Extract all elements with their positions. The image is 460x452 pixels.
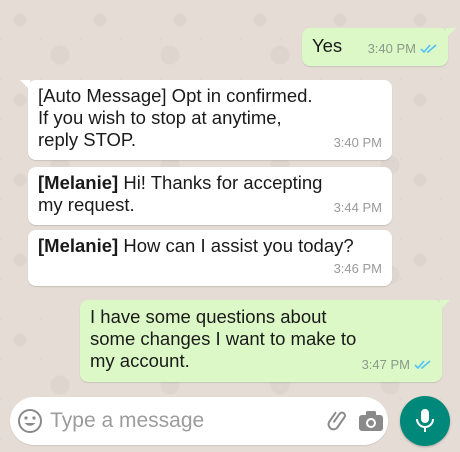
message-bubble-outgoing[interactable]: I have some questions about some changes… xyxy=(80,300,450,382)
message-text: Hi! Thanks for accepting xyxy=(118,172,323,193)
camera-button[interactable] xyxy=(355,397,388,445)
emoji-button[interactable] xyxy=(10,397,50,445)
message-time: 3:47 PM xyxy=(361,357,410,372)
sender-name: [Melanie] xyxy=(38,235,119,256)
message-time: 3:44 PM xyxy=(333,200,382,215)
message-time: 3:40 PM xyxy=(367,41,416,56)
message-meta: 3:40 PM xyxy=(368,38,438,60)
message-meta: 3:44 PM xyxy=(334,197,382,219)
message-text-line: [Melanie] Hi! Thanks for accepting xyxy=(38,172,382,194)
message-bubble-incoming[interactable]: [Melanie] How can I assist you today? 3:… xyxy=(28,230,392,286)
paperclip-icon xyxy=(327,411,346,431)
read-ticks-icon xyxy=(414,360,431,370)
voice-record-button[interactable] xyxy=(400,396,450,446)
message-meta: 3:46 PM xyxy=(334,258,382,280)
emoji-icon xyxy=(18,409,43,433)
message-time: 3:40 PM xyxy=(333,135,382,150)
message-meta: 3:40 PM xyxy=(334,132,382,154)
read-ticks-icon xyxy=(420,44,437,54)
message-time: 3:46 PM xyxy=(333,261,382,276)
message-bubble-incoming[interactable]: [Melanie] Hi! Thanks for accepting my re… xyxy=(28,167,392,225)
camera-icon xyxy=(359,411,384,431)
message-text-line: reply STOP. xyxy=(38,129,137,150)
message-text-line: [Melanie] How can I assist you today? xyxy=(38,235,382,257)
message-meta: 3:47 PM xyxy=(362,354,432,376)
message-bubble-incoming[interactable]: [Auto Message] Opt in confirmed. If you … xyxy=(20,80,392,160)
attach-button[interactable] xyxy=(321,397,354,445)
message-text-line: [Auto Message] Opt in confirmed. xyxy=(38,85,313,106)
message-list[interactable]: Yes 3:40 PM [Auto Message] Opt in confir… xyxy=(0,0,460,390)
message-text: How can I assist you today? xyxy=(118,235,354,256)
microphone-icon xyxy=(416,409,434,432)
message-bubble-outgoing[interactable]: Yes 3:40 PM xyxy=(302,28,456,66)
message-text-line: If you wish to stop at anytime, xyxy=(38,107,282,128)
message-input[interactable] xyxy=(50,409,322,433)
message-text-line: some changes I want to make to xyxy=(90,328,357,349)
sender-name: [Melanie] xyxy=(38,172,119,193)
message-text-line: I have some questions about xyxy=(90,306,327,327)
message-text-line: my request. xyxy=(38,194,135,215)
message-composer xyxy=(10,397,388,445)
